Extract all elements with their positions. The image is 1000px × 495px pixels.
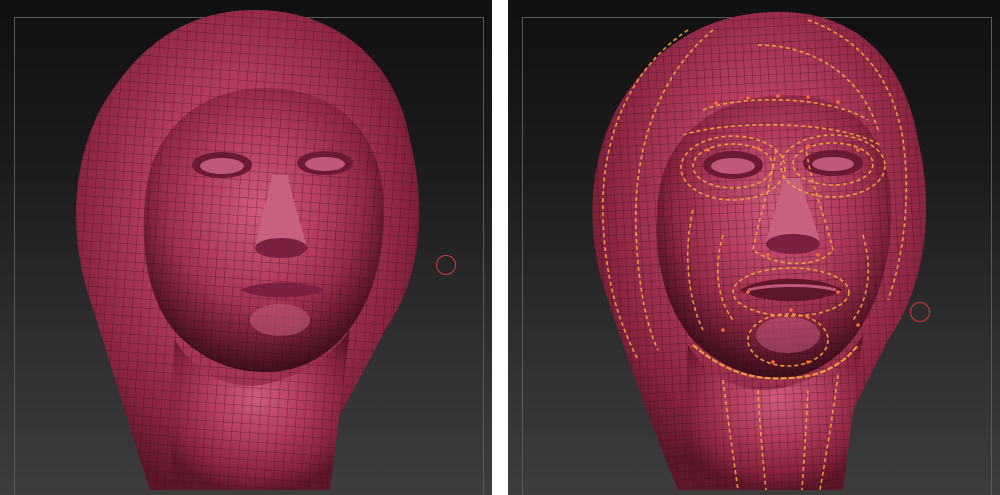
viewport-right[interactable] — [508, 0, 1000, 495]
head-mesh-model[interactable] — [508, 0, 1000, 495]
viewport-left[interactable] — [0, 0, 492, 495]
comparison-stage — [0, 0, 1000, 495]
panel-divider — [492, 0, 508, 495]
brush-circle-icon — [910, 302, 930, 322]
brush-circle-icon — [436, 255, 456, 275]
head-mesh-model[interactable] — [0, 0, 492, 495]
